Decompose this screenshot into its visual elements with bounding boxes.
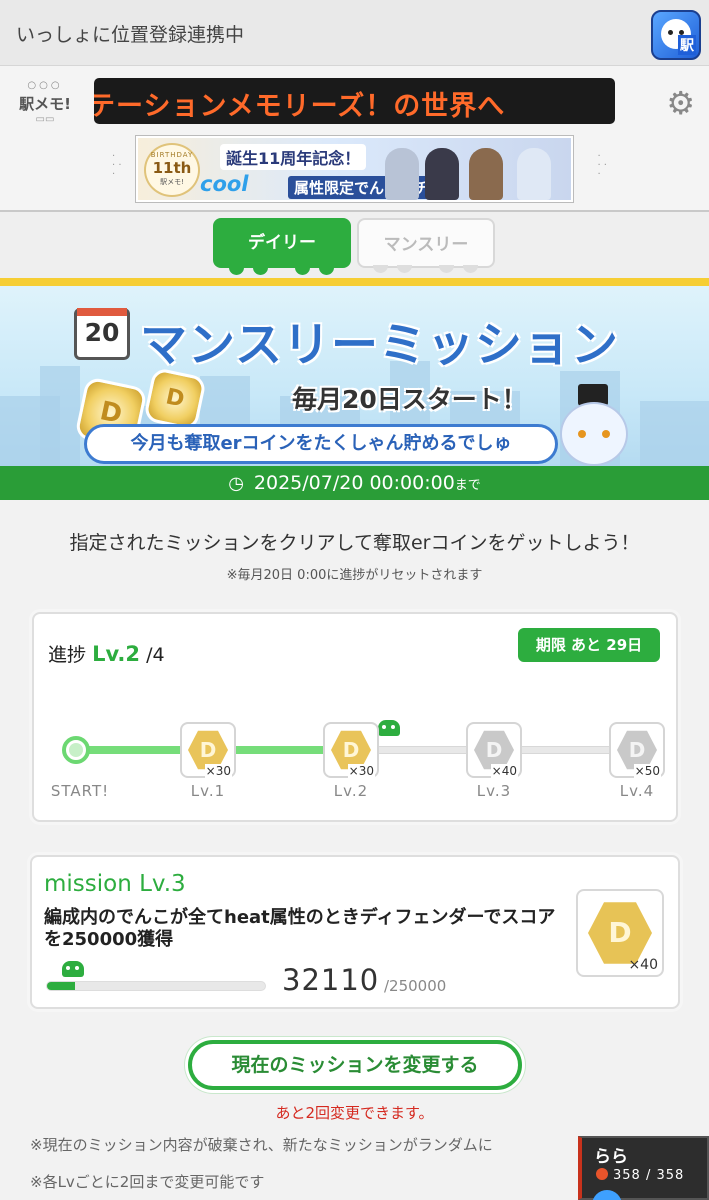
reset-note: ※毎月20日 0:00に進捗がリセットされます [226, 568, 483, 583]
reward-node-lv1[interactable]: D ×30 [180, 722, 236, 778]
badge-number: 11th [152, 159, 192, 177]
link-status-text: いっしょに位置登録連携中 [16, 24, 245, 46]
mission-current-score: 32110 [282, 963, 380, 997]
heat-attribute-icon [596, 1168, 608, 1180]
badge-logo-text: 駅メモ! [160, 178, 184, 186]
reward-qty: ×40 [490, 764, 518, 778]
character-hp: 358 / 358 [596, 1168, 684, 1183]
status-bar: いっしょに位置登録連携中 駅 [0, 0, 709, 66]
ad-characters-image [385, 142, 565, 200]
d-coin-icon: D [588, 902, 652, 964]
character-hp-value: 358 / 358 [613, 1168, 685, 1183]
footnote-discard: ※現在のミッション内容が破棄され、新たなミッションがランダムに [30, 1136, 493, 1154]
mission-target-score: /250000 [384, 977, 447, 995]
deadline-suffix: まで [454, 478, 481, 493]
footnote-limit: ※各Lvごとに2回まで変更可能です [30, 1173, 265, 1191]
tab-wheel [295, 267, 310, 275]
clock-icon: ◷ [228, 473, 244, 494]
ad-attribute: cool [200, 172, 249, 196]
node-label-lv1: Lv.1 [190, 782, 226, 800]
start-label: START! [50, 782, 110, 800]
app-icon-label: 駅 [678, 35, 696, 55]
anniversary-badge: BIRTHDAY 11th 駅メモ! [144, 143, 200, 197]
banner-prev-indicator[interactable]: · · · · [112, 152, 122, 180]
days-left-badge: 期限 あと 29日 [518, 628, 660, 662]
banner-subtitle: 今月も奪取erコインをたくしゃん貯めるでしゅ [84, 424, 558, 464]
logo-text: 駅メモ! [19, 95, 71, 113]
current-mission-card: mission Lv.3 編成内のでんこが全てheat属性のときディフェンダーで… [30, 855, 680, 1009]
mission-intro-text: 指定されたミッションをクリアして奪取erコインをゲットしよう！ [69, 532, 640, 554]
progress-total: /4 [146, 644, 165, 666]
tab-wheel [319, 267, 334, 275]
remaining-changes-text: あと2回変更できます。 [275, 1104, 434, 1122]
character-name: らら [594, 1147, 628, 1167]
monthly-mission-banner: 20 マンスリーミッション D D 毎月20日スタート！ 今月も奪取erコインを… [0, 278, 709, 466]
change-mission-button[interactable]: 現在のミッションを変更する [188, 1040, 522, 1090]
app-icon[interactable]: 駅 [651, 10, 701, 60]
tab-wheel [373, 265, 388, 273]
tab-daily-label: デイリー [248, 233, 316, 253]
mission-level: mission Lv.3 [44, 871, 186, 897]
gacha-ad-banner[interactable]: BIRTHDAY 11th 駅メモ! 誕生11周年記念！ cool 属性限定でん… [136, 136, 573, 202]
mascot-character-image [556, 384, 634, 466]
ad-headline: 誕生11周年記念！ [220, 144, 367, 170]
mission-description: 編成内のでんこが全てheat属性のときディフェンダーでスコアを250000獲得 [44, 907, 556, 950]
reward-qty: ×30 [204, 764, 232, 778]
action-orb-icon[interactable] [592, 1190, 622, 1200]
banner-next-indicator[interactable]: · · · · [597, 152, 607, 180]
banner-start-text: 毎月20日スタート！ [292, 385, 527, 414]
mission-progress-bar [46, 981, 266, 991]
character-status-widget[interactable]: らら 358 / 358 [578, 1136, 709, 1200]
deadline-bar: ◷ 2025/07/20 00:00:00まで [0, 466, 709, 500]
tab-wheel [229, 267, 244, 275]
tab-wheel [463, 265, 478, 273]
ticker-text: ステーションメモリーズ！の世界へ [94, 91, 506, 122]
reward-node-lv4[interactable]: D ×50 [609, 722, 665, 778]
logo-dots: ○○○ [27, 80, 63, 91]
start-node [62, 736, 90, 764]
node-label-lv4: Lv.4 [619, 782, 655, 800]
mascot-head [560, 402, 628, 466]
banner-title: マンスリーミッション [140, 318, 620, 373]
reward-node-lv3[interactable]: D ×40 [466, 722, 522, 778]
calendar-icon: 20 [74, 308, 130, 360]
reward-qty: ×50 [633, 764, 661, 778]
tab-wheel [439, 265, 454, 273]
progress-label-text: 進捗 [48, 644, 87, 666]
tab-monthly[interactable]: マンスリー [357, 218, 495, 273]
progress-card: 進捗 Lv.2 /4 期限 あと 29日 D ×30 D ×30 D ×40 D… [32, 612, 678, 822]
logo-train-icon: ▭▭ [35, 114, 55, 125]
tab-monthly-label: マンスリー [383, 235, 469, 255]
app-logo[interactable]: ○○○ 駅メモ! ▭▭ [14, 80, 76, 132]
node-label-lv3: Lv.3 [476, 782, 512, 800]
node-label-lv2: Lv.2 [333, 782, 369, 800]
train-marker-icon [378, 720, 400, 736]
mission-progress-fill [47, 982, 75, 990]
reward-qty: ×30 [347, 764, 375, 778]
badge-top-text: BIRTHDAY [150, 151, 194, 159]
train-marker-icon [62, 961, 84, 977]
tab-daily[interactable]: デイリー [213, 218, 351, 275]
gear-icon[interactable]: ⚙ [666, 84, 695, 122]
tab-wheel [253, 267, 268, 275]
mission-reward[interactable]: D ×40 [576, 889, 664, 977]
reward-node-lv2[interactable]: D ×30 [323, 722, 379, 778]
mission-reward-qty: ×40 [628, 957, 658, 973]
news-ticker[interactable]: ステーションメモリーズ！の世界へ [94, 78, 615, 124]
deadline-datetime: 2025/07/20 00:00:00 [253, 472, 455, 494]
mission-tabs: デイリー マンスリー [0, 212, 709, 278]
progress-level: Lv.2 [92, 642, 141, 666]
progress-label: 進捗 Lv.2 /4 [48, 640, 165, 667]
tab-wheel [397, 265, 412, 273]
